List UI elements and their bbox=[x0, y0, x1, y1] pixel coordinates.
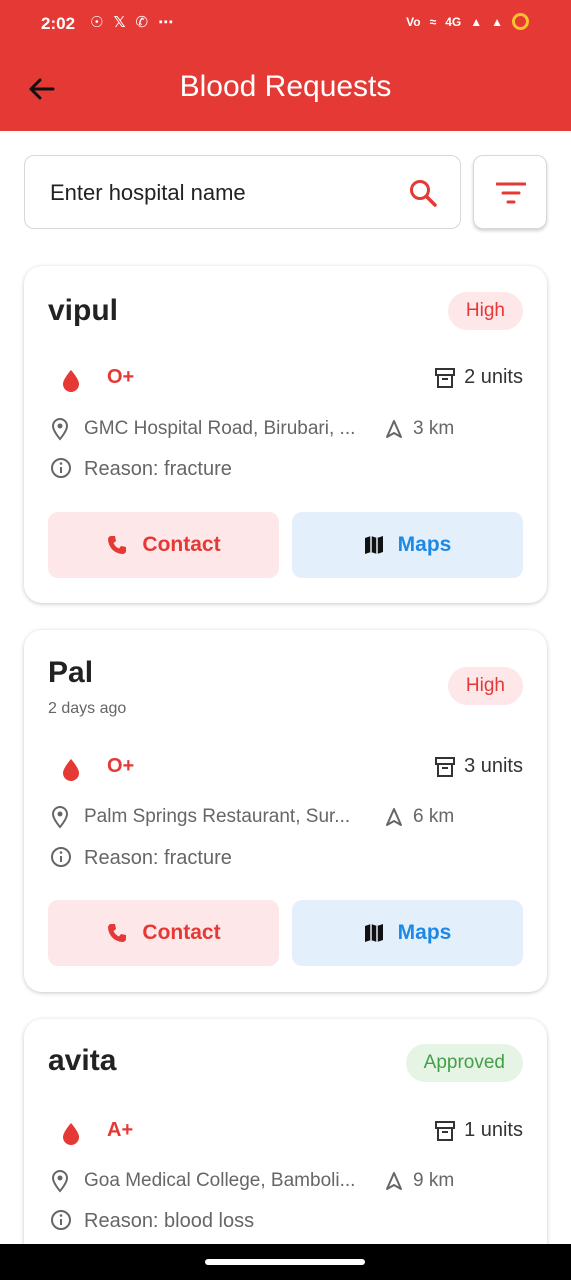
filter-button[interactable] bbox=[473, 155, 547, 229]
blood-drop-icon bbox=[63, 759, 79, 781]
units-needed: 1 units bbox=[434, 1119, 523, 1142]
contact-label: Contact bbox=[142, 921, 221, 944]
box-icon bbox=[435, 367, 456, 388]
distance: 3 km bbox=[385, 418, 454, 440]
request-card[interactable]: Pal 2 days ago High O+ 3 units Palm Spri… bbox=[24, 630, 547, 992]
hotspot-icon: ⋯ bbox=[158, 14, 174, 31]
location-pin-icon bbox=[51, 805, 69, 829]
reason-row: Reason: fracture bbox=[24, 844, 547, 874]
app-bar: 2:02 ☉ 𝕏 ✆ ⋯ Vo ≈ 4G ▲ ▲ Blood Requests bbox=[0, 0, 571, 131]
priority-badge: High bbox=[447, 667, 523, 705]
request-card[interactable]: vipul High O+ 2 units GMC Hospital Road,… bbox=[24, 266, 547, 603]
signal-icon-2: ▲ bbox=[491, 14, 503, 29]
reason-text: Reason: blood loss bbox=[84, 1210, 255, 1232]
distance-text: 9 km bbox=[413, 1170, 455, 1191]
units-text: 3 units bbox=[464, 755, 523, 777]
network-type: 4G bbox=[445, 14, 462, 29]
blood-type: A+ bbox=[107, 1119, 134, 1141]
info-icon bbox=[51, 458, 71, 478]
maps-button[interactable]: Maps bbox=[292, 512, 523, 578]
location-row: GMC Hospital Road, Birubari, ... 3 km bbox=[24, 415, 547, 445]
blood-info-row: O+ 3 units bbox=[24, 753, 547, 783]
distance: 9 km bbox=[385, 1170, 454, 1192]
battery-icon bbox=[512, 13, 529, 30]
status-badge: Approved bbox=[405, 1044, 523, 1082]
units-text: 1 units bbox=[464, 1119, 523, 1141]
map-icon bbox=[364, 924, 383, 942]
location-row: Goa Medical College, Bamboli... 9 km bbox=[24, 1167, 547, 1197]
time-ago: 2 days ago bbox=[48, 700, 127, 717]
maps-button[interactable]: Maps bbox=[292, 900, 523, 966]
search-input[interactable]: Enter hospital name bbox=[24, 155, 461, 229]
requester-name: vipul bbox=[48, 294, 119, 327]
notification-icons: ☉ 𝕏 ✆ ⋯ bbox=[90, 13, 173, 31]
reason-text: Reason: fracture bbox=[84, 458, 232, 480]
address: Palm Springs Restaurant, Sur... bbox=[84, 806, 351, 827]
whatsapp-icon: ✆ bbox=[135, 14, 149, 31]
navigation-icon bbox=[386, 420, 402, 438]
contact-button[interactable]: Contact bbox=[48, 900, 279, 966]
maps-label: Maps bbox=[397, 533, 452, 556]
filter-icon bbox=[496, 182, 526, 204]
location-row: Palm Springs Restaurant, Sur... 6 km bbox=[24, 803, 547, 833]
location-pin-icon bbox=[51, 417, 69, 441]
status-bar: 2:02 ☉ 𝕏 ✆ ⋯ Vo ≈ 4G ▲ ▲ bbox=[0, 0, 571, 50]
status-time: 2:02 bbox=[41, 14, 76, 33]
units-needed: 3 units bbox=[434, 755, 523, 778]
contact-button[interactable]: Contact bbox=[48, 512, 279, 578]
x-icon: 𝕏 bbox=[113, 14, 126, 31]
navigation-icon bbox=[386, 1172, 402, 1190]
phone-icon bbox=[108, 536, 127, 554]
units-text: 2 units bbox=[464, 366, 523, 388]
blood-type: O+ bbox=[107, 755, 135, 777]
box-icon bbox=[435, 1120, 456, 1141]
page-title: Blood Requests bbox=[179, 70, 392, 103]
address: GMC Hospital Road, Birubari, ... bbox=[84, 418, 356, 439]
distance: 6 km bbox=[385, 806, 454, 828]
requester-name: avita bbox=[48, 1044, 117, 1077]
address: Goa Medical College, Bamboli... bbox=[84, 1170, 356, 1191]
priority-badge: High bbox=[447, 292, 523, 330]
volte-icon: Vo bbox=[406, 14, 421, 29]
signal-icon: ▲ bbox=[470, 14, 483, 29]
search-placeholder: Enter hospital name bbox=[50, 180, 246, 205]
reason-row: Reason: fracture bbox=[24, 455, 547, 485]
requester-name: Pal bbox=[48, 656, 94, 689]
wifi-icon: ≈ bbox=[429, 14, 437, 29]
info-icon bbox=[51, 847, 71, 867]
blood-drop-icon bbox=[63, 1123, 79, 1145]
snapchat-icon: ☉ bbox=[90, 14, 104, 31]
reason-text: Reason: fracture bbox=[84, 847, 232, 869]
system-nav-bar bbox=[0, 1244, 571, 1280]
home-gesture-handle[interactable] bbox=[205, 1259, 365, 1265]
reason-row: Reason: blood loss bbox=[24, 1207, 547, 1237]
distance-text: 6 km bbox=[413, 806, 455, 827]
navigation-icon bbox=[386, 808, 402, 826]
map-icon bbox=[364, 536, 383, 554]
contact-label: Contact bbox=[142, 533, 221, 556]
request-card[interactable]: avita Approved A+ 1 units Goa Medical Co… bbox=[24, 1019, 547, 1279]
phone-icon bbox=[108, 924, 127, 942]
location-pin-icon bbox=[51, 1169, 69, 1193]
units-needed: 2 units bbox=[434, 366, 523, 389]
maps-label: Maps bbox=[397, 921, 452, 944]
blood-info-row: A+ 1 units bbox=[24, 1117, 547, 1147]
box-icon bbox=[435, 756, 456, 777]
search-icon[interactable] bbox=[408, 178, 438, 208]
info-icon bbox=[51, 1210, 71, 1230]
blood-drop-icon bbox=[63, 370, 79, 392]
blood-type: O+ bbox=[107, 366, 135, 388]
system-icons: Vo ≈ 4G ▲ ▲ bbox=[406, 13, 529, 30]
distance-text: 3 km bbox=[413, 418, 455, 439]
blood-info-row: O+ 2 units bbox=[24, 364, 547, 394]
